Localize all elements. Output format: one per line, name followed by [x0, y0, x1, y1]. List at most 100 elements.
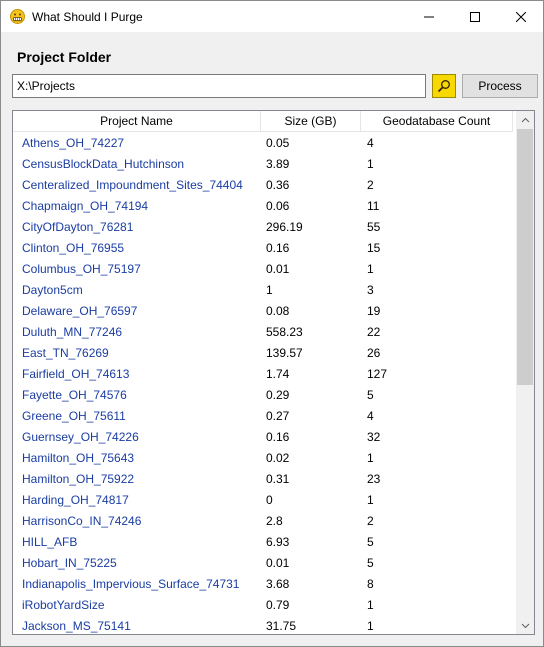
geodatabase-count-cell: 3	[367, 283, 374, 297]
size-cell: 0.31	[266, 472, 290, 486]
geodatabase-count-cell: 4	[367, 136, 374, 150]
table-row[interactable]: Hamilton_OH_75922 0.31 23	[13, 469, 513, 490]
process-button[interactable]: Process	[462, 74, 538, 98]
table-row[interactable]: Hamilton_OH_75643 0.02 1	[13, 448, 513, 469]
geodatabase-count-cell: 2	[367, 178, 374, 192]
table-row[interactable]: Harding_OH_74817 0 1	[13, 490, 513, 511]
geodatabase-count-cell: 1	[367, 157, 374, 171]
project-name-cell: Hamilton_OH_75922	[22, 472, 135, 486]
table-row[interactable]: Athens_OH_74227 0.05 4	[13, 133, 513, 154]
project-name-cell: Fayette_OH_74576	[22, 388, 127, 402]
size-cell: 0.29	[266, 388, 290, 402]
size-cell: 0.02	[266, 451, 290, 465]
chevron-up-icon	[521, 117, 529, 122]
geodatabase-count-cell: 4	[367, 409, 374, 423]
column-header-geodatabase-count[interactable]: Geodatabase Count	[361, 111, 513, 132]
geodatabase-count-cell: 26	[367, 346, 381, 360]
table-row[interactable]: Dayton5cm 1 3	[13, 280, 513, 301]
geodatabase-count-cell: 55	[367, 220, 381, 234]
geodatabase-count-cell: 15	[367, 241, 381, 255]
table-row[interactable]: CityOfDayton_76281 296.19 55	[13, 217, 513, 238]
size-cell: 3.89	[266, 157, 290, 171]
size-cell: 0	[266, 493, 273, 507]
table-row[interactable]: Fayette_OH_74576 0.29 5	[13, 385, 513, 406]
project-name-cell: Hamilton_OH_75643	[22, 451, 135, 465]
window-title: What Should I Purge	[32, 10, 143, 24]
table-row[interactable]: Columbus_OH_75197 0.01 1	[13, 259, 513, 280]
table-row[interactable]: Centeralized_Impoundment_Sites_74404 0.36…	[13, 175, 513, 196]
table-row[interactable]: Fairfield_OH_74613 1.74 127	[13, 364, 513, 385]
table-row[interactable]: HILL_AFB 6.93 5	[13, 532, 513, 553]
project-name-cell: Harding_OH_74817	[22, 493, 129, 507]
geodatabase-count-cell: 1	[367, 619, 374, 633]
table-row[interactable]: iRobotYardSize 0.79 1	[13, 595, 513, 616]
table-row[interactable]: Clinton_OH_76955 0.16 15	[13, 238, 513, 259]
geodatabase-count-cell: 19	[367, 304, 381, 318]
project-name-cell: East_TN_76269	[22, 346, 109, 360]
project-name-cell: iRobotYardSize	[22, 598, 105, 612]
table-row[interactable]: Indianapolis_Impervious_Surface_74731 3.6…	[13, 574, 513, 595]
project-name-cell: Centeralized_Impoundment_Sites_74404	[22, 178, 243, 192]
table-row[interactable]: CensusBlockData_Hutchinson 3.89 1	[13, 154, 513, 175]
geodatabase-count-cell: 5	[367, 556, 374, 570]
column-header-size[interactable]: Size (GB)	[261, 111, 361, 132]
vertical-scrollbar[interactable]	[516, 111, 534, 634]
table-row[interactable]: Chapmaign_OH_74194 0.06 11	[13, 196, 513, 217]
minimize-button[interactable]	[406, 1, 452, 32]
geodatabase-count-cell: 5	[367, 535, 374, 549]
size-cell: 0.16	[266, 241, 290, 255]
project-name-cell: Greene_OH_75611	[22, 409, 126, 423]
project-name-cell: Hobart_IN_75225	[22, 556, 117, 570]
project-name-cell: Athens_OH_74227	[22, 136, 125, 150]
table-row[interactable]: Greene_OH_75611 0.27 4	[13, 406, 513, 427]
maximize-icon	[470, 11, 480, 22]
size-cell: 31.75	[266, 619, 297, 633]
project-name-cell: HILL_AFB	[22, 535, 78, 549]
close-icon	[516, 11, 526, 22]
table-row[interactable]: Hobart_IN_75225 0.01 5	[13, 553, 513, 574]
size-cell: 0.05	[266, 136, 290, 150]
project-name-cell: Indianapolis_Impervious_Surface_74731	[22, 577, 240, 591]
project-name-cell: Chapmaign_OH_74194	[22, 199, 149, 213]
title-bar[interactable]: What Should I Purge	[1, 1, 543, 32]
geodatabase-count-cell: 22	[367, 325, 381, 339]
geodatabase-count-cell: 127	[367, 367, 388, 381]
size-cell: 6.93	[266, 535, 290, 549]
geodatabase-count-cell: 2	[367, 514, 374, 528]
geodatabase-count-cell: 11	[367, 199, 380, 213]
grimace-face-icon	[10, 9, 25, 24]
grid-header: Project Name Size (GB) Geodatabase Count	[13, 111, 513, 132]
chevron-down-icon	[521, 623, 529, 628]
size-cell: 2.8	[266, 514, 283, 528]
table-row[interactable]: Delaware_OH_76597 0.08 19	[13, 301, 513, 322]
size-cell: 0.16	[266, 430, 290, 444]
column-header-project-name[interactable]: Project Name	[13, 111, 261, 132]
table-row[interactable]: Guernsey_OH_74226 0.16 32	[13, 427, 513, 448]
project-name-cell: CityOfDayton_76281	[22, 220, 134, 234]
project-name-cell: Fairfield_OH_74613	[22, 367, 130, 381]
table-row[interactable]: HarrisonCo_IN_74246 2.8 2	[13, 511, 513, 532]
project-name-cell: Clinton_OH_76955	[22, 241, 125, 255]
app-window: What Should I Purge Project Folder Proce…	[0, 0, 544, 647]
project-path-input[interactable]	[12, 74, 426, 98]
project-name-cell: Columbus_OH_75197	[22, 262, 141, 276]
close-button[interactable]	[498, 1, 544, 32]
browse-button[interactable]	[432, 74, 456, 98]
geodatabase-count-cell: 1	[367, 451, 374, 465]
scroll-up-button[interactable]	[516, 111, 534, 128]
size-cell: 3.68	[266, 577, 290, 591]
geodatabase-count-cell: 8	[367, 577, 374, 591]
project-name-cell: HarrisonCo_IN_74246	[22, 514, 142, 528]
size-cell: 0.01	[266, 262, 290, 276]
scrollbar-thumb[interactable]	[517, 129, 533, 385]
table-row[interactable]: Duluth_MN_77246 558.23 22	[13, 322, 513, 343]
size-cell: 0.79	[266, 598, 290, 612]
maximize-button[interactable]	[452, 1, 498, 32]
minimize-icon	[424, 16, 434, 17]
size-cell: 0.01	[266, 556, 290, 570]
table-row[interactable]: Jackson_MS_75141 31.75 1	[13, 616, 513, 634]
projects-grid: Project Name Size (GB) Geodatabase Count…	[12, 110, 535, 635]
scroll-down-button[interactable]	[516, 617, 534, 634]
project-name-cell: Guernsey_OH_74226	[22, 430, 139, 444]
table-row[interactable]: East_TN_76269 139.57 26	[13, 343, 513, 364]
